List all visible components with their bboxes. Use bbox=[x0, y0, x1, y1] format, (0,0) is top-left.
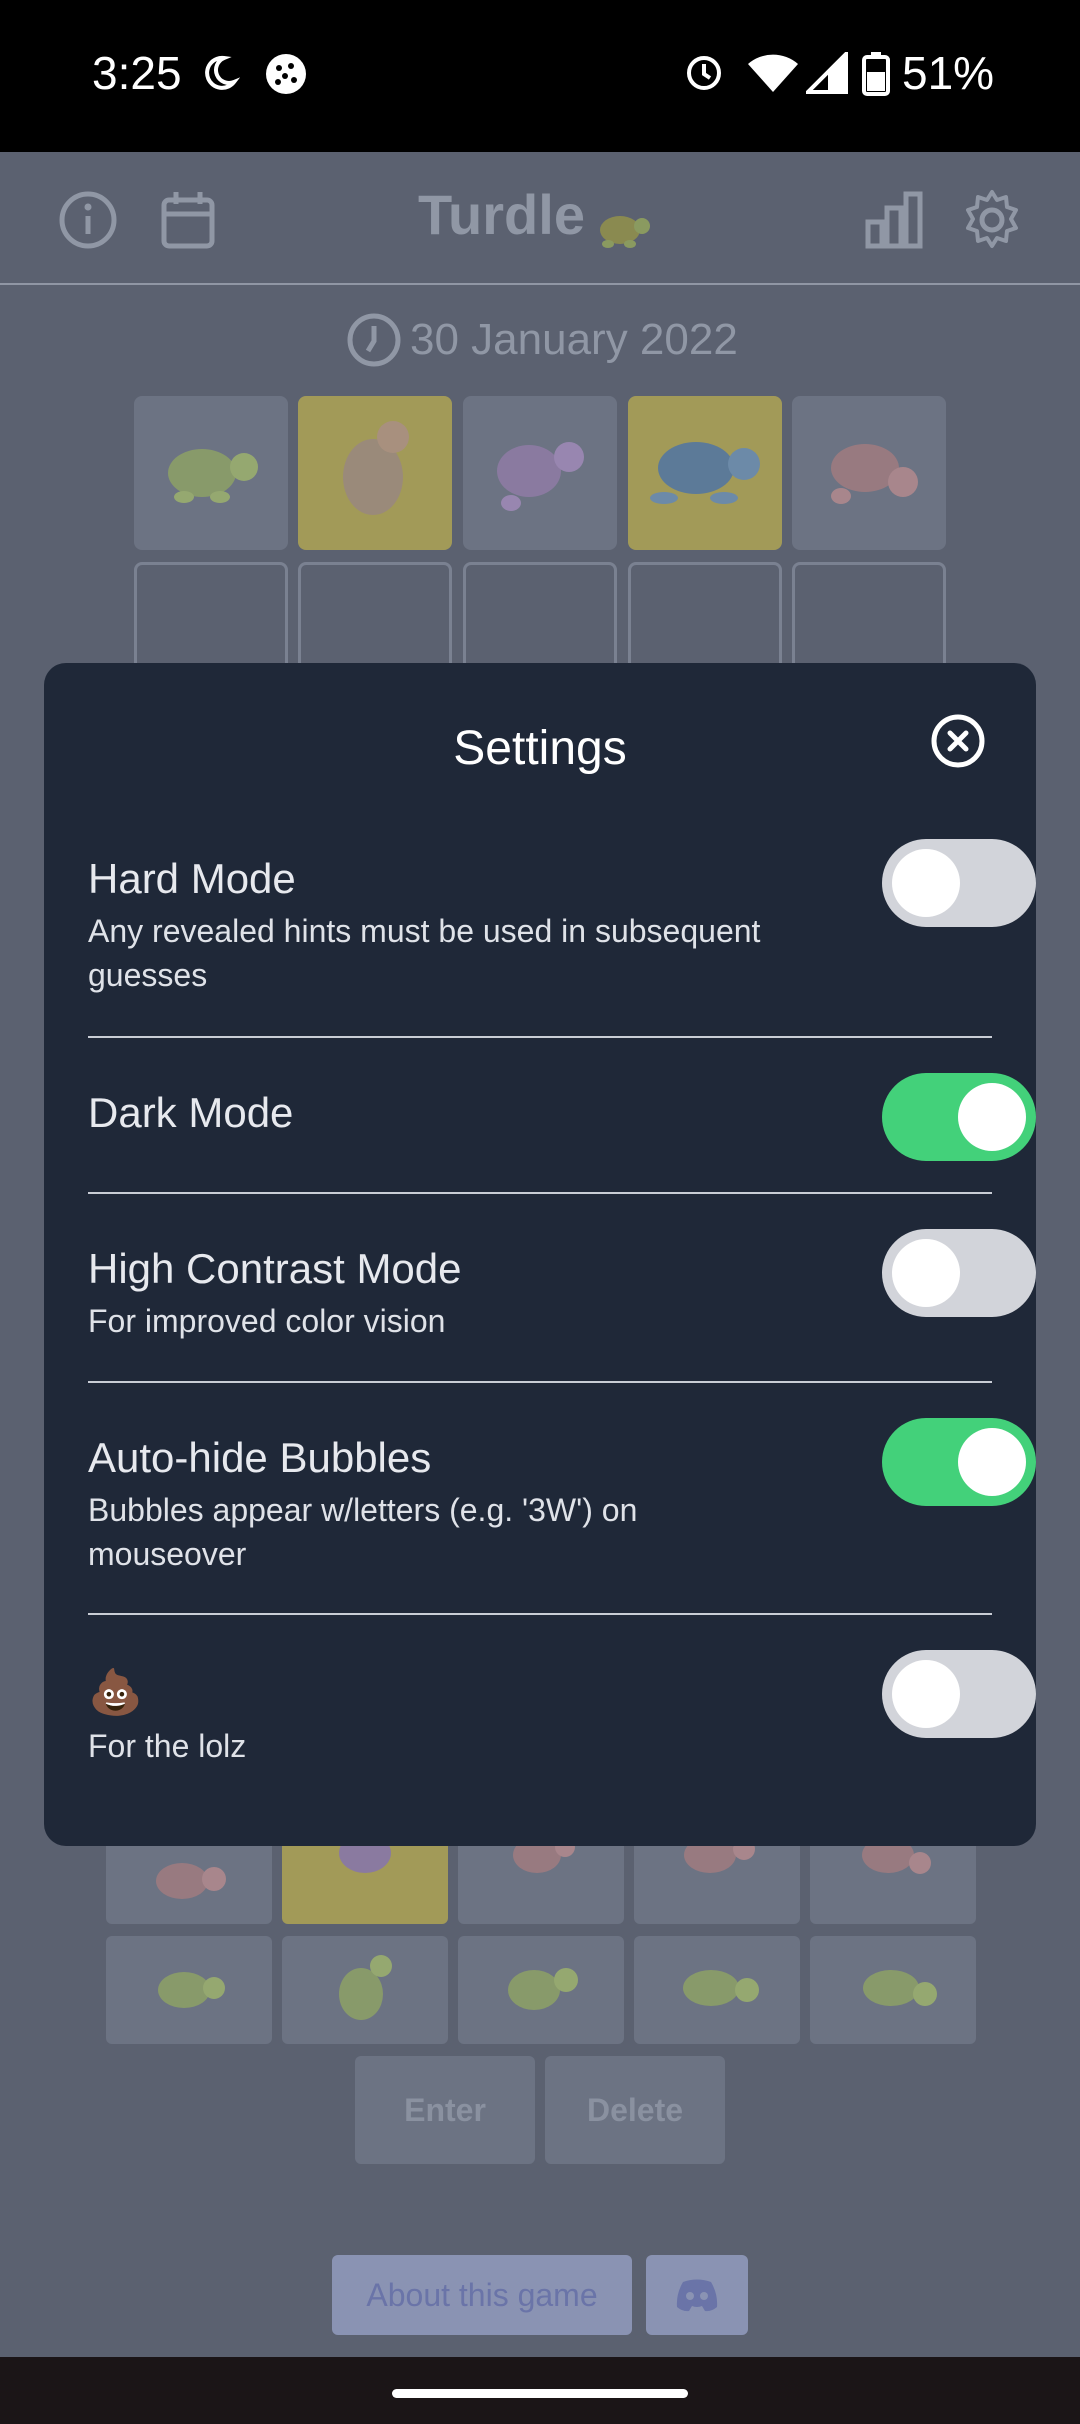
statistics-chart-icon[interactable] bbox=[862, 188, 926, 252]
status-bar: 3:25 51% bbox=[0, 0, 1080, 152]
enter-button[interactable]: Enter bbox=[355, 2056, 535, 2164]
setting-title: Auto-hide Bubbles bbox=[88, 1434, 432, 1481]
modal-title: Settings bbox=[453, 722, 627, 775]
green-turtle-icon bbox=[339, 1955, 392, 2020]
setting-description: Any revealed hints must be used in subse… bbox=[88, 913, 761, 993]
app-header: Turdle bbox=[0, 152, 1080, 285]
keyboard-key[interactable] bbox=[634, 1936, 800, 2044]
do-not-disturb-moon-icon bbox=[205, 55, 240, 90]
high-contrast-mode-toggle[interactable] bbox=[882, 1229, 1036, 1317]
keyboard-key[interactable] bbox=[458, 1936, 624, 2044]
setting-for-the-lolz: 💩 For the lolz bbox=[88, 1666, 992, 1768]
discord-icon bbox=[676, 2279, 718, 2312]
pink-turtle-icon bbox=[831, 444, 918, 504]
settings-modal: Settings Hard Mode Any revealed hints mu… bbox=[44, 663, 1036, 1846]
status-time: 3:25 bbox=[92, 47, 182, 99]
battery-icon bbox=[862, 52, 890, 96]
setting-title: Dark Mode bbox=[88, 1089, 294, 1136]
pink-turtle-icon bbox=[343, 421, 409, 515]
grid-tile bbox=[792, 396, 946, 550]
green-turtle-icon bbox=[168, 449, 258, 503]
grid-tile-present bbox=[298, 396, 452, 550]
system-nav-bar bbox=[0, 2357, 1080, 2424]
puzzle-date: 30 January 2022 bbox=[410, 315, 738, 364]
setting-title: Hard Mode bbox=[88, 855, 296, 902]
about-game-button[interactable]: About this game bbox=[332, 2255, 632, 2335]
grid-tile bbox=[463, 396, 617, 550]
auto-hide-bubbles-toggle[interactable] bbox=[882, 1418, 1036, 1506]
alarm-icon bbox=[687, 56, 721, 90]
setting-description: For improved color vision bbox=[88, 1303, 446, 1339]
settings-gear-icon[interactable] bbox=[960, 188, 1024, 252]
grid-tile-present bbox=[628, 396, 782, 550]
keyboard-key[interactable] bbox=[106, 1936, 272, 2044]
info-icon[interactable] bbox=[56, 188, 120, 252]
discord-button[interactable] bbox=[646, 2255, 748, 2335]
blue-turtle-icon bbox=[650, 442, 760, 504]
home-gesture-handle[interactable] bbox=[392, 2389, 688, 2398]
dark-mode-toggle[interactable] bbox=[882, 1073, 1036, 1161]
setting-description: For the lolz bbox=[88, 1728, 247, 1764]
grid-tile bbox=[134, 396, 288, 550]
keyboard-key[interactable] bbox=[810, 1936, 976, 2044]
pink-turtle-icon bbox=[156, 1862, 226, 1899]
poop-emoji-icon: 💩 bbox=[88, 1668, 143, 1717]
keyboard-key[interactable] bbox=[282, 1936, 448, 2044]
divider bbox=[88, 1381, 992, 1383]
cell-signal-icon bbox=[806, 52, 848, 94]
turtle-logo-icon bbox=[600, 216, 650, 248]
setting-dark-mode: Dark Mode bbox=[88, 1089, 992, 1137]
lolz-toggle[interactable] bbox=[882, 1650, 1036, 1738]
setting-title: High Contrast Mode bbox=[88, 1245, 462, 1292]
setting-auto-hide-bubbles: Auto-hide Bubbles Bubbles appear w/lette… bbox=[88, 1434, 992, 1576]
wifi-icon bbox=[748, 54, 798, 92]
green-turtle-icon bbox=[863, 1970, 937, 2006]
app-title: Turdle bbox=[418, 183, 585, 246]
calendar-icon[interactable] bbox=[156, 188, 220, 252]
battery-percentage: 51% bbox=[902, 47, 995, 99]
setting-hard-mode: Hard Mode Any revealed hints must be use… bbox=[88, 855, 992, 997]
green-turtle-icon bbox=[683, 1970, 759, 2006]
setting-description: Bubbles appear w/letters (e.g. '3W') on … bbox=[88, 1492, 638, 1572]
green-turtle-icon bbox=[158, 1972, 225, 2008]
setting-high-contrast-mode: High Contrast Mode For improved color vi… bbox=[88, 1245, 992, 1343]
cookie-icon bbox=[266, 54, 306, 94]
date-row: 30 January 2022 bbox=[346, 310, 738, 370]
purple-turtle-icon bbox=[497, 442, 584, 511]
green-turtle-icon bbox=[508, 1968, 578, 2010]
clock-icon bbox=[347, 313, 401, 367]
divider bbox=[88, 1192, 992, 1194]
hard-mode-toggle[interactable] bbox=[882, 839, 1036, 927]
divider bbox=[88, 1036, 992, 1038]
divider bbox=[88, 1613, 992, 1615]
delete-button[interactable]: Delete bbox=[545, 2056, 725, 2164]
close-icon[interactable] bbox=[930, 713, 986, 769]
